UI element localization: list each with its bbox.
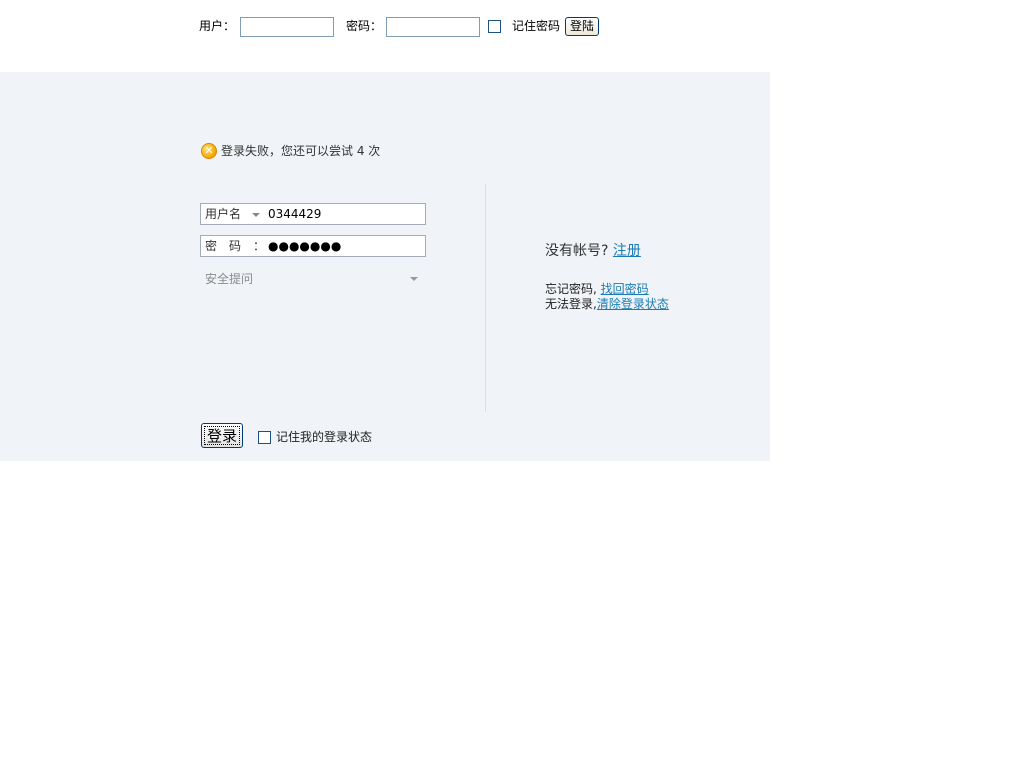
quick-password-label: 密码： bbox=[346, 19, 383, 33]
quick-login-bar: 用户： 密码： 记住密码 登陆 bbox=[0, 0, 1024, 60]
cannot-login-line: 无法登录,清除登录状态 bbox=[545, 297, 669, 312]
remember-login-label[interactable]: 记住我的登录状态 bbox=[276, 430, 372, 444]
login-button[interactable]: 登录 bbox=[201, 423, 243, 448]
remember-login-checkbox[interactable] bbox=[258, 431, 271, 444]
username-type-label[interactable]: 用户名 bbox=[205, 207, 241, 221]
password-field[interactable]: 密 码 ： ●●●●●●● bbox=[200, 235, 426, 257]
quick-login-button[interactable]: 登陆 bbox=[565, 17, 599, 36]
forgot-password-line: 忘记密码, 找回密码 bbox=[545, 282, 649, 297]
quick-password-input[interactable] bbox=[386, 17, 480, 37]
page: 用户： 密码： 记住密码 登陆 ✕ 登录失败，您还可以尝试 4 次 用户名 03… bbox=[0, 0, 1024, 768]
error-message-text: 登录失败，您还可以尝试 4 次 bbox=[221, 144, 381, 158]
quick-user-label: 用户： bbox=[199, 19, 236, 33]
clear-login-state-link[interactable]: 清除登录状态 bbox=[597, 297, 669, 311]
username-field[interactable]: 用户名 0344429 bbox=[200, 203, 426, 225]
forgot-password-text: 忘记密码, bbox=[545, 282, 597, 296]
recover-password-link[interactable]: 找回密码 bbox=[601, 282, 649, 296]
no-account-text: 没有帐号? bbox=[545, 243, 609, 259]
security-question-text[interactable]: 安全提问 bbox=[205, 272, 253, 286]
register-link[interactable]: 注册 bbox=[613, 243, 641, 259]
login-panel: ✕ 登录失败，您还可以尝试 4 次 用户名 0344429 密 码 ： ●●●●… bbox=[0, 72, 770, 461]
cannot-login-text: 无法登录, bbox=[545, 297, 597, 311]
error-x-icon: ✕ bbox=[201, 143, 217, 159]
divider bbox=[485, 184, 486, 412]
security-question-select[interactable]: 安全提问 bbox=[200, 270, 426, 290]
remember-password-label: 记住密码 bbox=[512, 19, 561, 33]
chevron-down-icon[interactable] bbox=[410, 277, 418, 281]
register-prompt: 没有帐号? 注册 bbox=[545, 243, 641, 259]
password-value[interactable]: ●●●●●●● bbox=[268, 239, 341, 253]
username-value[interactable]: 0344429 bbox=[268, 207, 321, 221]
chevron-down-icon[interactable] bbox=[252, 213, 260, 217]
password-label: 密 码 ： bbox=[205, 239, 266, 253]
remember-password-checkbox[interactable] bbox=[488, 20, 501, 33]
quick-username-input[interactable] bbox=[240, 17, 334, 37]
